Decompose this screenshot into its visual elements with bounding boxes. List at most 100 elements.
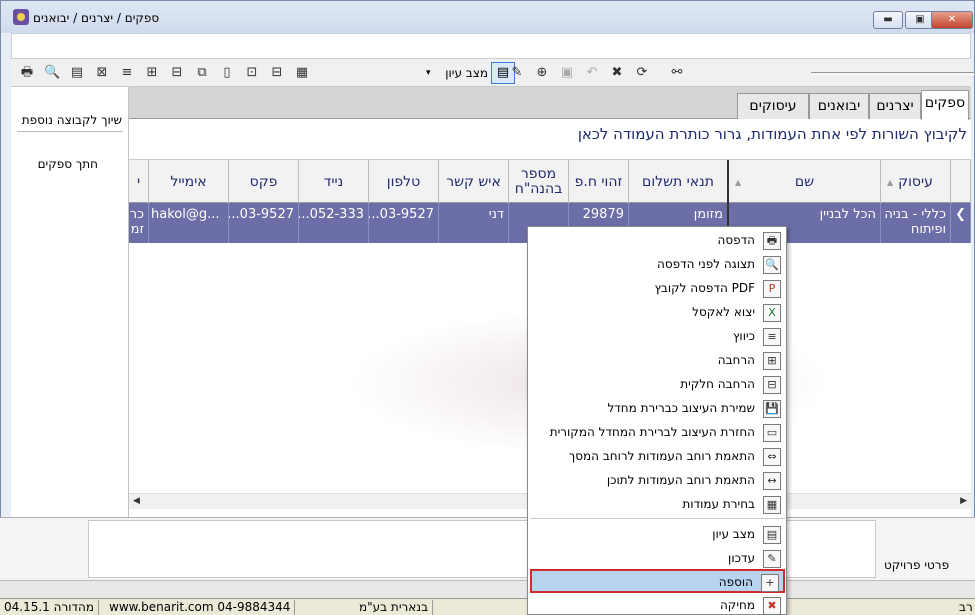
column-header-fax[interactable]: פקס: [229, 160, 299, 204]
menu-item-delete[interactable]: ✖ מחיקה: [530, 594, 785, 615]
refresh-icon[interactable]: ⟳: [634, 65, 650, 81]
column-header-extra[interactable]: י: [129, 160, 149, 204]
sidebar-divider: [17, 131, 123, 132]
binoculars-icon[interactable]: ⚯: [669, 65, 685, 81]
lower-panel-left: [88, 520, 528, 578]
view-mode-icon: ▤: [763, 526, 781, 544]
excel-icon[interactable]: ⊠: [94, 65, 110, 81]
toolbar: 🖶 🔍 ▤ ⊠ ≡ ⊞ ⊟ ⧉ ▯ ⊡ ⊟ ▦ ▾ מצב עיון ▤ ✎ ⊕…: [11, 59, 975, 87]
side-panel: שיוך לקבוצה נוספת חתך ספקים: [11, 87, 129, 517]
print-icon[interactable]: 🖶: [19, 65, 35, 81]
chevron-down-icon: ▾: [426, 68, 431, 78]
print-preview-icon[interactable]: 🔍: [44, 65, 60, 81]
sidebar-item-supplier-section[interactable]: חתך ספקים: [38, 157, 98, 171]
close-button[interactable]: ✕: [931, 11, 973, 29]
menu-item-view-mode[interactable]: ▤ מצב עיון: [530, 523, 785, 547]
undo-icon[interactable]: ↶: [584, 65, 600, 81]
menu-item-restore-layout[interactable]: ▭ החזרת העיצוב לברירת המחדל המקורית: [530, 421, 785, 445]
fit-content-icon[interactable]: ⊟: [269, 65, 285, 81]
sidebar-item-assign-group[interactable]: שיוך לקבוצה נוספת: [22, 113, 122, 127]
cell-extra[interactable]: כר זמ: [129, 203, 149, 243]
edit-icon[interactable]: ✎: [509, 65, 525, 81]
delete-icon[interactable]: ✖: [609, 65, 625, 81]
edit-icon: ✎: [763, 550, 781, 568]
column-header-name[interactable]: ▲ שם: [729, 160, 881, 204]
scroll-right-icon[interactable]: ▶: [960, 496, 967, 506]
row-selector[interactable]: ❯: [951, 203, 971, 243]
select-columns-icon[interactable]: ▦: [294, 65, 310, 81]
minimize-button[interactable]: ▬: [873, 11, 903, 29]
cell-fax[interactable]: 03-9527...: [229, 203, 299, 243]
save-icon[interactable]: ▣: [559, 65, 575, 81]
tab-strip: ספקים יצרנים יבואנים עיסוקים: [129, 87, 971, 120]
menu-bar: [11, 33, 971, 59]
grid-header: ▲ עיסוק ▲ שם תנאי תשלום זהוי ח.פ מספר בהנה…: [129, 159, 971, 204]
menu-item-print[interactable]: 🖶 הדפסה: [530, 229, 785, 253]
excel-icon: X: [763, 304, 781, 322]
lower-panel: פרטי פרויקט: [0, 517, 975, 580]
status-contact: www.benarit.com 04-9884344: [105, 600, 296, 615]
save-layout-icon[interactable]: ⧉: [194, 65, 210, 81]
add-icon[interactable]: ⊕: [534, 65, 550, 81]
app-logo-icon: [13, 9, 29, 25]
collapse-icon[interactable]: ≡: [119, 65, 135, 81]
print-preview-icon: 🔍: [763, 256, 781, 274]
view-mode-label: מצב עיון: [445, 66, 488, 80]
column-header-contact[interactable]: איש קשר: [439, 160, 509, 204]
menu-item-add[interactable]: + הוספה: [530, 569, 785, 593]
main-horizontal-scrollbar[interactable]: [0, 580, 975, 598]
lower-panel-right: [786, 520, 876, 578]
project-details-label[interactable]: פרטי פרויקט: [884, 558, 949, 572]
content-area: שיוך לקבוצה נוספת חתך ספקים ספקים יצרנים…: [11, 87, 971, 517]
view-mode-select[interactable]: ▾ מצב עיון: [426, 64, 488, 82]
menu-item-fit-screen[interactable]: ⇔ התאמת רוחב העמודות לרוחב המסך: [530, 445, 785, 469]
cell-contact[interactable]: דני: [439, 203, 509, 243]
column-header-payment-terms[interactable]: תנאי תשלום: [629, 160, 729, 204]
partial-expand-icon[interactable]: ⊟: [169, 65, 185, 81]
print-icon: 🖶: [763, 232, 781, 250]
toolbar-slider[interactable]: [811, 72, 975, 75]
menu-item-pdf[interactable]: P PDF הדפסה לקובץ: [530, 277, 785, 301]
tab-suppliers[interactable]: ספקים: [921, 90, 969, 120]
menu-item-collapse[interactable]: ≡ כיווץ: [530, 325, 785, 349]
status-company: בנארית בע"מ: [355, 600, 434, 615]
menu-item-save-layout[interactable]: 💾 שמירת העיצוב כברירת מחדל: [530, 397, 785, 421]
expand-icon[interactable]: ⊞: [144, 65, 160, 81]
title-bar[interactable]: ספקים / יצרנים / יבואנים ▬ ▣ ✕: [1, 1, 974, 33]
tab-importers[interactable]: יבואנים: [809, 93, 869, 119]
column-header-email[interactable]: אימייל: [149, 160, 229, 204]
cell-phone[interactable]: 03-9527...: [369, 203, 439, 243]
main-window: ספקים / יצרנים / יבואנים ▬ ▣ ✕ 🖶 🔍 ▤ ⊠ ≡…: [0, 0, 975, 520]
column-header-accounting-no[interactable]: מספר בהנה"ח: [509, 160, 569, 204]
menu-item-select-columns[interactable]: ▦ בחירת עמודות: [530, 493, 785, 517]
scroll-left-icon[interactable]: ◀: [133, 496, 140, 506]
cell-email[interactable]: hakol@g...: [149, 203, 229, 243]
column-header-phone[interactable]: טלפון: [369, 160, 439, 204]
add-icon: +: [761, 574, 779, 592]
restore-layout-icon[interactable]: ▯: [219, 65, 235, 81]
menu-item-edit[interactable]: ✎ עדכון: [530, 547, 785, 571]
menu-item-partial-expand[interactable]: ⊟ הרחבה חלקית: [530, 373, 785, 397]
fit-screen-icon[interactable]: ⊡: [244, 65, 260, 81]
status-bar: 04.15.1 מהדורה www.benarit.com 04-988434…: [0, 598, 975, 615]
column-header-selector[interactable]: [951, 160, 971, 204]
restore-layout-icon: ▭: [763, 424, 781, 442]
save-layout-icon: 💾: [763, 400, 781, 418]
tab-manufacturers[interactable]: יצרנים: [869, 93, 921, 119]
cell-mobile[interactable]: 052-333...: [299, 203, 369, 243]
group-by-hint[interactable]: לקיבוץ השורות לפי אחת העמודות, גרור כותר…: [129, 125, 967, 143]
pdf-icon[interactable]: ▤: [69, 65, 85, 81]
menu-item-expand[interactable]: ⊞ הרחבה: [530, 349, 785, 373]
menu-item-print-preview[interactable]: 🔍 תצוגה לפני הדפסה: [530, 253, 785, 277]
menu-item-fit-content[interactable]: ↔ התאמת רוחב העמודות לתוכן: [530, 469, 785, 493]
cell-profession[interactable]: כללי - בניה ופיתוח: [881, 203, 951, 243]
menu-item-excel[interactable]: X יצוא לאקסל: [530, 301, 785, 325]
column-header-profession[interactable]: ▲ עיסוק: [881, 160, 951, 204]
expand-icon: ⊞: [763, 352, 781, 370]
sort-icon: ▲: [735, 177, 742, 187]
partial-expand-icon: ⊟: [763, 376, 781, 394]
tab-professions[interactable]: עיסוקים: [737, 93, 809, 119]
column-header-company-id[interactable]: זהוי ח.פ: [569, 160, 629, 204]
column-header-mobile[interactable]: נייד: [299, 160, 369, 204]
pdf-icon: P: [763, 280, 781, 298]
